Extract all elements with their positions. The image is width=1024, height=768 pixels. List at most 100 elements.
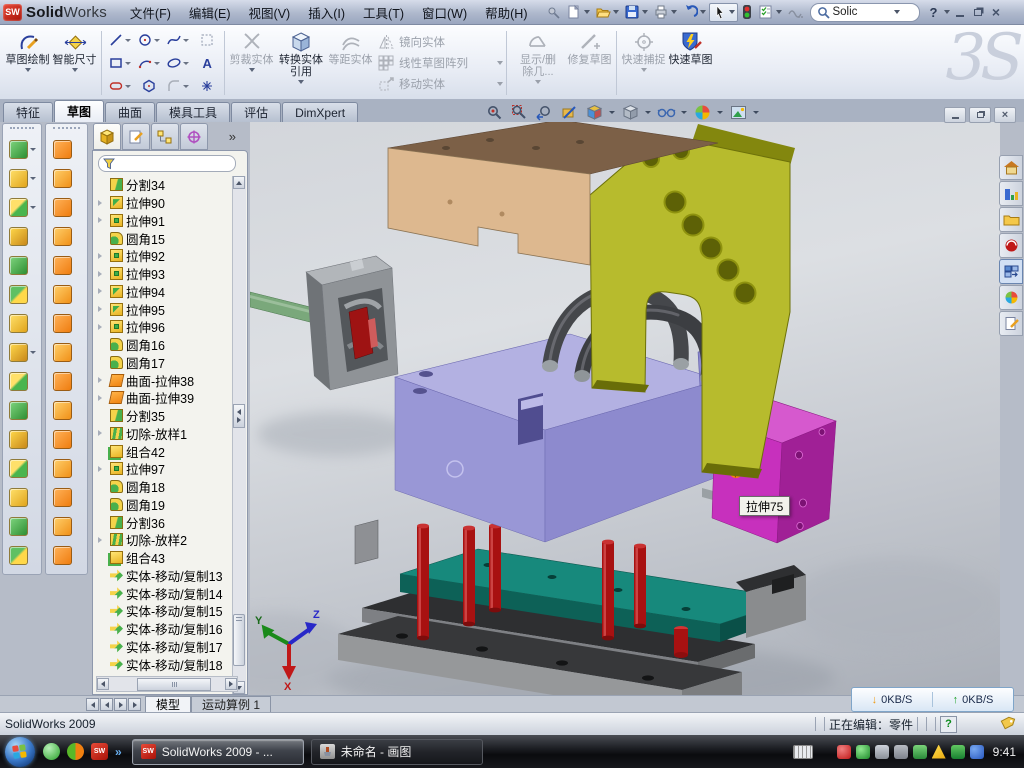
feature-tool-button[interactable] [3, 483, 41, 512]
solidworks-search-tab[interactable] [999, 233, 1023, 258]
menu-item[interactable]: 工具(T) [354, 0, 413, 25]
expand-arrow-icon[interactable] [98, 253, 107, 259]
panel-splitter-handle[interactable] [233, 404, 245, 428]
expand-arrow-icon[interactable] [98, 324, 107, 330]
mold-tool-button[interactable] [46, 251, 87, 280]
view-orientation-button[interactable] [583, 103, 605, 122]
convert-entities-button[interactable]: 转换实体引用 [275, 27, 327, 99]
feature-tool-button[interactable] [3, 512, 41, 541]
rectangle-tool[interactable] [105, 52, 134, 75]
tree-item[interactable]: 拉伸96 [96, 318, 234, 336]
messenger-quicklaunch-icon[interactable] [43, 743, 60, 760]
scroll-up-button[interactable] [233, 176, 245, 189]
feature-tool-button[interactable] [3, 454, 41, 483]
ribbon-tab[interactable]: 草图 [54, 100, 104, 122]
mold-tool-button[interactable] [46, 193, 87, 222]
help-caret-icon[interactable] [944, 10, 950, 14]
solidworks-quicklaunch-icon[interactable]: SW [91, 743, 108, 760]
mold-tool-button[interactable] [46, 164, 87, 193]
tree-item[interactable]: 实体-移动/复制16 [96, 620, 234, 638]
zoom-area-button[interactable] [508, 103, 530, 122]
feature-tool-button[interactable] [3, 280, 41, 309]
expand-arrow-icon[interactable] [98, 288, 107, 294]
feature-tool-button[interactable] [3, 135, 41, 164]
prev-tab-button[interactable] [100, 698, 113, 711]
ribbon-tab[interactable]: 特征 [3, 102, 53, 122]
expand-arrow-icon[interactable] [98, 377, 107, 383]
expand-arrow-icon[interactable] [98, 200, 107, 206]
close-button[interactable] [987, 5, 1004, 20]
edit-appearance-button[interactable] [691, 103, 713, 122]
save-button[interactable] [622, 3, 650, 21]
tab-propertymanager[interactable] [122, 123, 150, 150]
menu-item[interactable]: 插入(I) [299, 0, 354, 25]
security-quicklaunch-icon[interactable] [67, 743, 84, 760]
tree-item[interactable]: 拉伸97 [96, 460, 234, 478]
solidworks-resources-tab[interactable] [999, 155, 1023, 180]
mold-tool-button[interactable] [46, 222, 87, 251]
doc-close-button[interactable] [994, 107, 1016, 123]
model-tab[interactable]: 模型 [145, 696, 191, 712]
tree-item[interactable]: 拉伸95 [96, 300, 234, 318]
ribbon-tab[interactable]: DimXpert [282, 102, 358, 122]
input-method-icon[interactable] [793, 745, 813, 759]
tab-configurationmanager[interactable] [151, 123, 179, 150]
taskbar-clock[interactable]: 9:41 [993, 745, 1016, 759]
menu-item[interactable]: 窗口(W) [413, 0, 476, 25]
print-button[interactable] [651, 3, 679, 21]
menu-item[interactable]: 帮助(H) [476, 0, 536, 25]
tree-item[interactable]: 分割36 [96, 513, 234, 531]
search-input[interactable] [830, 5, 892, 19]
display-style-button[interactable] [619, 103, 641, 122]
tray-icon[interactable] [932, 745, 946, 759]
tree-item[interactable]: 圆角19 [96, 496, 234, 514]
feature-tool-button[interactable] [3, 396, 41, 425]
tree-item[interactable]: 圆角16 [96, 336, 234, 354]
new-document-button[interactable] [564, 3, 592, 21]
quick-tips-button[interactable]: ? [940, 716, 957, 733]
previous-view-button[interactable] [533, 103, 555, 122]
smart-dimension-button[interactable]: 智能尺寸 [51, 27, 98, 99]
tree-item[interactable]: 圆角15 [96, 229, 234, 247]
design-library-tab[interactable] [999, 181, 1023, 206]
tree-item[interactable]: 实体-移动/复制17 [96, 638, 234, 656]
toolbar-grab-handle[interactable] [10, 127, 34, 132]
mold-tool-button[interactable] [46, 396, 87, 425]
feature-tool-button[interactable] [3, 338, 41, 367]
quicklaunch-overflow-icon[interactable]: » [115, 745, 122, 759]
scroll-left-button[interactable] [97, 678, 109, 690]
taskbar-button-paint[interactable]: 未命名 - 画图 [311, 739, 483, 765]
feature-tool-button[interactable] [3, 541, 41, 570]
section-view-button[interactable] [558, 103, 580, 122]
first-tab-button[interactable] [86, 698, 99, 711]
tray-icon[interactable] [913, 745, 927, 759]
zoom-fit-button[interactable] [483, 103, 505, 122]
model-slider-assembly[interactable] [250, 256, 398, 390]
mold-tool-button[interactable] [46, 425, 87, 454]
minimize-button[interactable] [951, 5, 968, 20]
tree-item[interactable]: 实体-移动/复制14 [96, 584, 234, 602]
next-tab-button[interactable] [114, 698, 127, 711]
tree-item[interactable]: 拉伸94 [96, 283, 234, 301]
tray-icon[interactable] [837, 745, 851, 759]
tree-item[interactable]: 曲面-拉伸39 [96, 389, 234, 407]
tab-featuremanager[interactable] [93, 123, 121, 150]
circle-tool[interactable] [134, 29, 163, 52]
mold-tool-button[interactable] [46, 309, 87, 338]
mold-tool-button[interactable] [46, 454, 87, 483]
start-button[interactable] [5, 737, 35, 767]
ribbon-tab[interactable]: 曲面 [105, 102, 155, 122]
tree-item[interactable]: 拉伸93 [96, 265, 234, 283]
feature-tool-button[interactable] [3, 309, 41, 338]
menu-item[interactable]: 视图(V) [240, 0, 300, 25]
tree-item[interactable]: 组合43 [96, 549, 234, 567]
sketch-button[interactable]: 草图绘制 [4, 27, 51, 99]
tree-item[interactable]: 分割35 [96, 407, 234, 425]
tray-icon[interactable] [894, 745, 908, 759]
ellipse-tool[interactable] [163, 52, 192, 75]
custom-properties-tab[interactable] [999, 311, 1023, 336]
tray-icon[interactable] [951, 745, 965, 759]
last-tab-button[interactable] [128, 698, 141, 711]
expand-arrow-icon[interactable] [98, 395, 107, 401]
tree-vertical-scrollbar[interactable] [232, 176, 246, 694]
